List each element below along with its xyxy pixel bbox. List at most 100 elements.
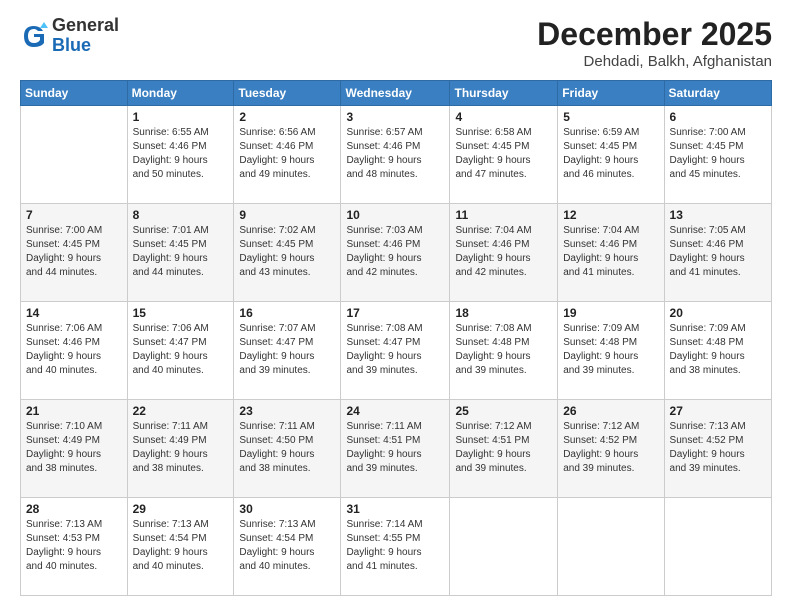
day-info: Sunrise: 7:09 AMSunset: 4:48 PMDaylight:… xyxy=(670,322,766,378)
day-info: Sunrise: 7:09 AMSunset: 4:48 PMDaylight:… xyxy=(563,322,658,378)
calendar-cell: 12Sunrise: 7:04 AMSunset: 4:46 PMDayligh… xyxy=(558,204,664,302)
day-number: 16 xyxy=(239,306,335,320)
calendar-cell: 29Sunrise: 7:13 AMSunset: 4:54 PMDayligh… xyxy=(127,498,234,596)
day-number: 24 xyxy=(346,404,444,418)
day-info: Sunrise: 7:13 AMSunset: 4:52 PMDaylight:… xyxy=(670,420,766,476)
day-info: Sunrise: 7:04 AMSunset: 4:46 PMDaylight:… xyxy=(455,224,552,280)
calendar-cell xyxy=(450,498,558,596)
calendar-cell: 27 Sunrise: 7:13 AMSunset: 4:52 PMDayligh… xyxy=(664,400,771,498)
calendar-cell: 9 Sunrise: 7:02 AMSunset: 4:45 PMDaylight… xyxy=(234,204,341,302)
logo-blue: Blue xyxy=(52,36,119,56)
location: Dehdadi, Balkh, Afghanistan xyxy=(537,53,772,70)
day-number: 22 xyxy=(133,404,229,418)
day-number: 2 xyxy=(239,110,335,124)
day-info: Sunrise: 7:12 AMSunset: 4:52 PMDaylight:… xyxy=(563,420,658,476)
day-number: 30 xyxy=(239,502,335,516)
day-number: 20 xyxy=(670,306,766,320)
calendar-cell: 11 Sunrise: 7:04 AMSunset: 4:46 PMDayligh… xyxy=(450,204,558,302)
day-info: Sunrise: 7:00 AMSunset: 4:45 PMDaylight:… xyxy=(670,126,766,182)
day-number: 13 xyxy=(670,208,766,222)
day-header-monday: Monday xyxy=(127,81,234,106)
calendar-cell: 8Sunrise: 7:01 AMSunset: 4:45 PMDaylight… xyxy=(127,204,234,302)
calendar-week-2: 14 Sunrise: 7:06 AMSunset: 4:46 PMDayligh… xyxy=(21,302,772,400)
calendar-cell: 28 Sunrise: 7:13 AMSunset: 4:53 PMDayligh… xyxy=(21,498,128,596)
day-number: 14 xyxy=(26,306,122,320)
day-info: Sunrise: 7:11 AMSunset: 4:50 PMDaylight:… xyxy=(239,420,335,476)
calendar-cell: 18 Sunrise: 7:08 AMSunset: 4:48 PMDayligh… xyxy=(450,302,558,400)
calendar-cell: 1 Sunrise: 6:55 AMSunset: 4:46 PMDaylight… xyxy=(127,106,234,204)
day-number: 15 xyxy=(133,306,229,320)
day-info: Sunrise: 7:12 AMSunset: 4:51 PMDaylight:… xyxy=(455,420,552,476)
calendar-cell: 16 Sunrise: 7:07 AMSunset: 4:47 PMDayligh… xyxy=(234,302,341,400)
day-header-tuesday: Tuesday xyxy=(234,81,341,106)
calendar-cell: 22Sunrise: 7:11 AMSunset: 4:49 PMDayligh… xyxy=(127,400,234,498)
day-info: Sunrise: 7:13 AMSunset: 4:53 PMDaylight:… xyxy=(26,518,122,574)
calendar-cell: 31 Sunrise: 7:14 AMSunset: 4:55 PMDayligh… xyxy=(341,498,450,596)
calendar-week-4: 28 Sunrise: 7:13 AMSunset: 4:53 PMDayligh… xyxy=(21,498,772,596)
calendar-week-3: 21 Sunrise: 7:10 AMSunset: 4:49 PMDayligh… xyxy=(21,400,772,498)
calendar-cell xyxy=(21,106,128,204)
month-title: December 2025 xyxy=(537,16,772,53)
day-info: Sunrise: 7:10 AMSunset: 4:49 PMDaylight:… xyxy=(26,420,122,476)
title-block: December 2025 Dehdadi, Balkh, Afghanista… xyxy=(537,16,772,70)
day-number: 26 xyxy=(563,404,658,418)
day-info: Sunrise: 7:06 AMSunset: 4:47 PMDaylight:… xyxy=(133,322,229,378)
day-number: 9 xyxy=(239,208,335,222)
day-info: Sunrise: 6:56 AMSunset: 4:46 PMDaylight:… xyxy=(239,126,335,182)
day-number: 5 xyxy=(563,110,658,124)
calendar-cell: 14 Sunrise: 7:06 AMSunset: 4:46 PMDayligh… xyxy=(21,302,128,400)
day-number: 31 xyxy=(346,502,444,516)
day-number: 1 xyxy=(133,110,229,124)
calendar-cell: 23 Sunrise: 7:11 AMSunset: 4:50 PMDayligh… xyxy=(234,400,341,498)
day-info: Sunrise: 7:14 AMSunset: 4:55 PMDaylight:… xyxy=(346,518,444,574)
day-info: Sunrise: 7:03 AMSunset: 4:46 PMDaylight:… xyxy=(346,224,444,280)
calendar-cell: 30Sunrise: 7:13 AMSunset: 4:54 PMDayligh… xyxy=(234,498,341,596)
day-number: 11 xyxy=(455,208,552,222)
day-info: Sunrise: 7:08 AMSunset: 4:47 PMDaylight:… xyxy=(346,322,444,378)
day-info: Sunrise: 7:05 AMSunset: 4:46 PMDaylight:… xyxy=(670,224,766,280)
day-number: 6 xyxy=(670,110,766,124)
day-info: Sunrise: 7:07 AMSunset: 4:47 PMDaylight:… xyxy=(239,322,335,378)
calendar-cell: 2 Sunrise: 6:56 AMSunset: 4:46 PMDaylight… xyxy=(234,106,341,204)
calendar: SundayMondayTuesdayWednesdayThursdayFrid… xyxy=(20,80,772,596)
calendar-cell: 24Sunrise: 7:11 AMSunset: 4:51 PMDayligh… xyxy=(341,400,450,498)
day-number: 7 xyxy=(26,208,122,222)
day-number: 27 xyxy=(670,404,766,418)
calendar-cell: 3 Sunrise: 6:57 AMSunset: 4:46 PMDaylight… xyxy=(341,106,450,204)
logo-icon xyxy=(20,22,48,50)
day-number: 19 xyxy=(563,306,658,320)
calendar-header-row: SundayMondayTuesdayWednesdayThursdayFrid… xyxy=(21,81,772,106)
calendar-cell: 6 Sunrise: 7:00 AMSunset: 4:45 PMDaylight… xyxy=(664,106,771,204)
day-number: 28 xyxy=(26,502,122,516)
calendar-cell: 4Sunrise: 6:58 AMSunset: 4:45 PMDaylight… xyxy=(450,106,558,204)
logo-general: General xyxy=(52,16,119,36)
day-info: Sunrise: 7:00 AMSunset: 4:45 PMDaylight:… xyxy=(26,224,122,280)
day-number: 21 xyxy=(26,404,122,418)
day-number: 3 xyxy=(346,110,444,124)
day-info: Sunrise: 7:02 AMSunset: 4:45 PMDaylight:… xyxy=(239,224,335,280)
day-header-sunday: Sunday xyxy=(21,81,128,106)
calendar-cell: 7 Sunrise: 7:00 AMSunset: 4:45 PMDaylight… xyxy=(21,204,128,302)
calendar-cell xyxy=(664,498,771,596)
calendar-cell: 15 Sunrise: 7:06 AMSunset: 4:47 PMDayligh… xyxy=(127,302,234,400)
day-info: Sunrise: 7:08 AMSunset: 4:48 PMDaylight:… xyxy=(455,322,552,378)
day-info: Sunrise: 7:01 AMSunset: 4:45 PMDaylight:… xyxy=(133,224,229,280)
calendar-cell xyxy=(558,498,664,596)
day-header-friday: Friday xyxy=(558,81,664,106)
header: General Blue December 2025 Dehdadi, Balk… xyxy=(20,16,772,70)
day-number: 23 xyxy=(239,404,335,418)
calendar-cell: 21 Sunrise: 7:10 AMSunset: 4:49 PMDayligh… xyxy=(21,400,128,498)
day-number: 12 xyxy=(563,208,658,222)
calendar-cell: 26 Sunrise: 7:12 AMSunset: 4:52 PMDayligh… xyxy=(558,400,664,498)
calendar-week-0: 1 Sunrise: 6:55 AMSunset: 4:46 PMDaylight… xyxy=(21,106,772,204)
calendar-cell: 20 Sunrise: 7:09 AMSunset: 4:48 PMDayligh… xyxy=(664,302,771,400)
day-number: 29 xyxy=(133,502,229,516)
day-number: 4 xyxy=(455,110,552,124)
day-number: 18 xyxy=(455,306,552,320)
day-number: 25 xyxy=(455,404,552,418)
calendar-cell: 19 Sunrise: 7:09 AMSunset: 4:48 PMDayligh… xyxy=(558,302,664,400)
day-info: Sunrise: 7:06 AMSunset: 4:46 PMDaylight:… xyxy=(26,322,122,378)
day-number: 17 xyxy=(346,306,444,320)
day-info: Sunrise: 6:57 AMSunset: 4:46 PMDaylight:… xyxy=(346,126,444,182)
day-info: Sunrise: 6:55 AMSunset: 4:46 PMDaylight:… xyxy=(133,126,229,182)
